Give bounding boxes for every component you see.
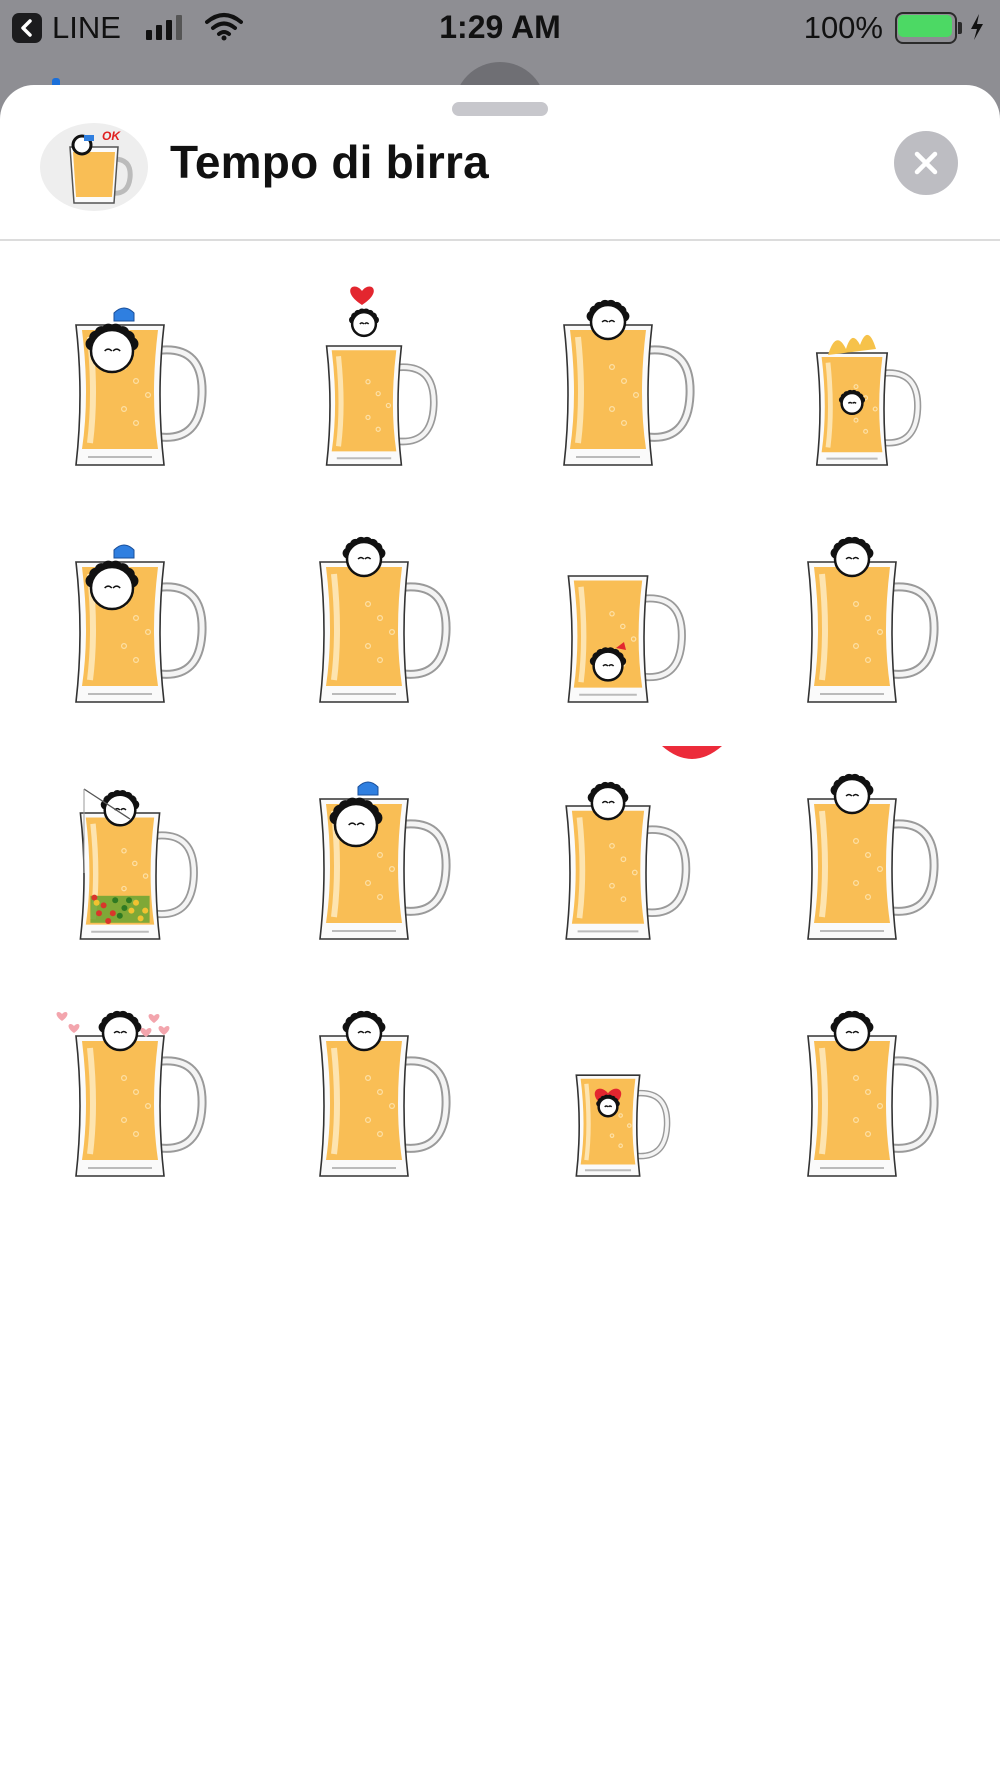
sticker-6[interactable] (256, 497, 500, 734)
sticker-2[interactable] (256, 260, 500, 497)
beer-mug-sticker-icon (807, 1010, 939, 1177)
beer-mug-sticker-icon (807, 773, 939, 940)
sheet-title: Tempo di birra (170, 136, 489, 188)
sticker-14[interactable] (256, 971, 500, 1208)
sticker-4[interactable] (744, 260, 988, 497)
beer-mug-sticker-icon (563, 299, 695, 466)
charging-bolt-icon (971, 14, 983, 40)
beer-mug-sticker-icon (319, 781, 451, 940)
sticker-8[interactable] (744, 497, 988, 734)
sheet-grabber[interactable] (452, 102, 548, 116)
beer-mug-sticker-icon (575, 1074, 671, 1177)
pack-icon-ok-text: OK (102, 129, 120, 143)
sticker-10[interactable] (256, 734, 500, 971)
sticker-12[interactable] (744, 734, 988, 971)
close-icon (914, 151, 938, 175)
sticker-1[interactable] (12, 260, 256, 497)
beer-mug-sticker-icon (319, 1010, 451, 1177)
battery-icon (895, 12, 962, 44)
beer-mug-sticker-icon (565, 746, 722, 940)
header-divider (0, 239, 1000, 241)
battery-percentage: 100% (803, 10, 883, 45)
beer-mug-sticker-icon (56, 1010, 207, 1177)
beer-mug-sticker-icon (319, 536, 451, 703)
sticker-7[interactable] (500, 497, 744, 734)
status-bar: LINE 1:29 AM 100% (0, 0, 1000, 58)
beer-mug-icon (69, 134, 133, 204)
sticker-16[interactable] (744, 971, 988, 1208)
sticker-grid (12, 260, 988, 1210)
beer-mug-sticker-icon (75, 544, 207, 703)
pack-thumbnail: OK (40, 123, 148, 211)
beer-mug-sticker-icon (567, 575, 686, 703)
beer-mug-sticker-icon (75, 307, 207, 466)
close-button[interactable] (894, 131, 958, 195)
beer-mug-sticker-icon (815, 334, 922, 466)
sticker-15[interactable] (500, 971, 744, 1208)
sticker-5[interactable] (12, 497, 256, 734)
sticker-3[interactable] (500, 260, 744, 497)
sticker-9[interactable] (12, 734, 256, 971)
beer-mug-sticker-icon (807, 536, 939, 703)
beer-mug-sticker-icon (79, 788, 198, 940)
sticker-sheet: OK Tempo di birra (0, 85, 1000, 1778)
beer-mug-sticker-icon (325, 286, 438, 466)
sticker-11[interactable] (500, 734, 744, 971)
sticker-13[interactable] (12, 971, 256, 1208)
battery-level-fill (898, 15, 952, 37)
